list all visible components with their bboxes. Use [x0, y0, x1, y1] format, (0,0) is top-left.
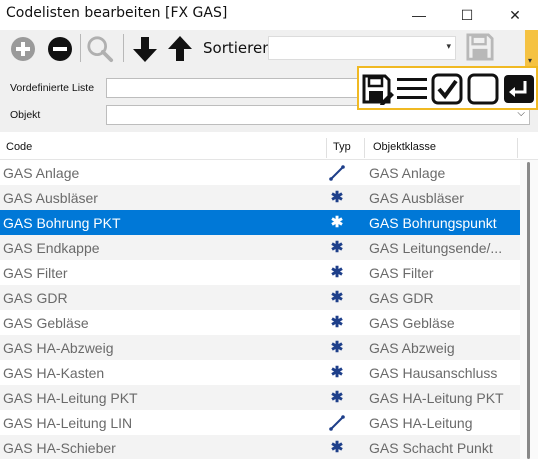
column-header-code[interactable]: Code	[6, 141, 32, 153]
arrow-down-icon	[133, 37, 157, 62]
save-button[interactable]	[466, 33, 494, 61]
point-type-icon: ✱	[330, 264, 344, 281]
object-label: Objekt	[10, 109, 41, 121]
cell-objektklasse: GAS HA-Leitung PKT	[369, 390, 504, 406]
enter-icon	[504, 75, 534, 103]
column-divider[interactable]	[326, 138, 327, 158]
cell-objektklasse: GAS Gebläse	[369, 315, 455, 331]
check-all-button[interactable]	[431, 73, 465, 105]
cell-code: GAS Gebläse	[3, 315, 89, 331]
point-type-icon: ✱	[330, 239, 344, 256]
cell-objektklasse: GAS Schacht Punkt	[369, 440, 493, 456]
cell-code: GAS HA-Schieber	[3, 440, 116, 456]
save-edit-icon	[362, 74, 394, 105]
line-type-icon	[328, 164, 346, 182]
search-button[interactable]	[86, 35, 114, 63]
save-icon	[466, 33, 494, 61]
code-list: GAS Anlage GAS Anlage GAS Ausbläser ✱ GAS Au…	[0, 160, 520, 459]
sort-dropdown[interactable]: ▾	[268, 36, 456, 60]
cell-objektklasse: GAS Anlage	[369, 165, 446, 181]
table-row[interactable]: GAS HA-Abzweig ✱ GAS Abzweig	[0, 335, 520, 360]
arrow-up-icon	[168, 36, 192, 61]
table-row[interactable]: GAS HA-Kasten ✱ GAS Hausanschluss	[0, 360, 520, 385]
table-header: Code Typ Objektklasse	[0, 136, 538, 160]
point-type-icon: ✱	[330, 439, 344, 456]
checkbox-checked-icon	[431, 73, 463, 105]
point-type-icon: ✱	[330, 289, 344, 306]
table-row[interactable]: GAS Endkappe ✱ GAS Leitungsende/...	[0, 235, 520, 260]
close-button[interactable]: ✕	[492, 0, 538, 30]
uncheck-all-button[interactable]	[467, 73, 501, 105]
maximize-icon: ☐	[460, 6, 474, 23]
cell-code: GAS Anlage	[3, 165, 80, 181]
cell-code: GAS HA-Leitung PKT	[3, 390, 138, 406]
cell-objektklasse: GAS Ausbläser	[369, 190, 464, 206]
table-row[interactable]: GAS Anlage GAS Anlage	[0, 160, 520, 185]
table-row[interactable]: GAS HA-Schieber ✱ GAS Schacht Punkt	[0, 435, 520, 459]
cell-objektklasse: GAS Abzweig	[369, 340, 455, 356]
apply-button[interactable]	[502, 73, 536, 105]
cell-objektklasse: GAS Bohrungspunkt	[369, 215, 497, 231]
toolbar: Sortieren ▾ ▾	[0, 30, 538, 66]
column-divider[interactable]	[517, 138, 518, 158]
search-icon	[87, 36, 114, 63]
table-row[interactable]: GAS HA-Leitung LIN GAS HA-Leitung	[0, 410, 520, 435]
sort-label: Sortieren	[203, 39, 272, 57]
cell-objektklasse: GAS HA-Leitung	[369, 415, 473, 431]
table-row[interactable]: GAS GDR ✱ GAS GDR	[0, 285, 520, 310]
move-up-button[interactable]	[166, 35, 194, 63]
add-icon	[11, 37, 35, 61]
minimize-button[interactable]: —	[396, 0, 442, 30]
cell-code: GAS Ausbläser	[3, 190, 98, 206]
toolbar-separator	[123, 34, 124, 62]
cell-objektklasse: GAS Hausanschluss	[369, 365, 498, 381]
close-icon: ✕	[509, 6, 521, 23]
point-type-icon: ✱	[330, 364, 344, 381]
dropdown-arrow-icon: ▾	[446, 41, 451, 51]
list-icon	[397, 78, 427, 99]
column-divider[interactable]	[364, 138, 365, 158]
toolbar-separator	[80, 34, 81, 62]
cell-code: GAS Endkappe	[3, 240, 100, 256]
point-type-icon: ✱	[330, 189, 344, 206]
table-row[interactable]: GAS HA-Leitung PKT ✱ GAS HA-Leitung PKT	[0, 385, 520, 410]
toolbar-overflow-grip[interactable]: ▾	[525, 30, 538, 66]
list-button[interactable]	[395, 73, 429, 105]
save-edit-button[interactable]	[361, 73, 395, 105]
move-down-button[interactable]	[131, 35, 159, 63]
cell-objektklasse: GAS Leitungsende/...	[369, 240, 503, 256]
overflow-toolbar-popup	[357, 66, 538, 110]
point-type-icon: ✱	[330, 314, 344, 331]
point-type-icon: ✱	[330, 389, 344, 406]
cell-objektklasse: GAS Filter	[369, 265, 434, 281]
cell-code: GAS Bohrung PKT	[3, 215, 121, 231]
add-button[interactable]	[9, 35, 37, 63]
cell-code: GAS HA-Leitung LIN	[3, 415, 133, 431]
maximize-button[interactable]: ☐	[444, 0, 490, 30]
checkbox-empty-icon	[467, 73, 499, 105]
cell-objektklasse: GAS GDR	[369, 290, 434, 306]
cell-code: GAS HA-Abzweig	[3, 340, 114, 356]
window-title: Codelisten bearbeiten [FX GAS]	[6, 5, 228, 21]
table-row[interactable]: GAS Ausbläser ✱ GAS Ausbläser	[0, 185, 520, 210]
vertical-scrollbar[interactable]	[520, 160, 538, 459]
remove-icon	[48, 37, 72, 61]
table-row[interactable]: GAS Bohrung PKT ✱ GAS Bohrungspunkt	[0, 210, 520, 235]
chevron-down-icon: ▾	[528, 56, 533, 65]
minimize-icon: —	[412, 7, 426, 23]
remove-button[interactable]	[46, 35, 74, 63]
column-header-typ[interactable]: Typ	[333, 141, 351, 153]
predefined-list-label: Vordefinierte Liste	[10, 82, 95, 94]
line-type-icon	[328, 414, 346, 432]
cell-code: GAS Filter	[3, 265, 68, 281]
cell-code: GAS GDR	[3, 290, 68, 306]
title-bar: Codelisten bearbeiten [FX GAS] — ☐ ✕	[0, 0, 538, 30]
point-type-icon: ✱	[330, 339, 344, 356]
scrollbar-thumb[interactable]	[527, 162, 530, 459]
table-row[interactable]: GAS Filter ✱ GAS Filter	[0, 260, 520, 285]
table-row[interactable]: GAS Gebläse ✱ GAS Gebläse	[0, 310, 520, 335]
point-type-icon: ✱	[330, 214, 344, 231]
cell-code: GAS HA-Kasten	[3, 365, 105, 381]
column-header-objektklasse[interactable]: Objektklasse	[373, 141, 436, 153]
